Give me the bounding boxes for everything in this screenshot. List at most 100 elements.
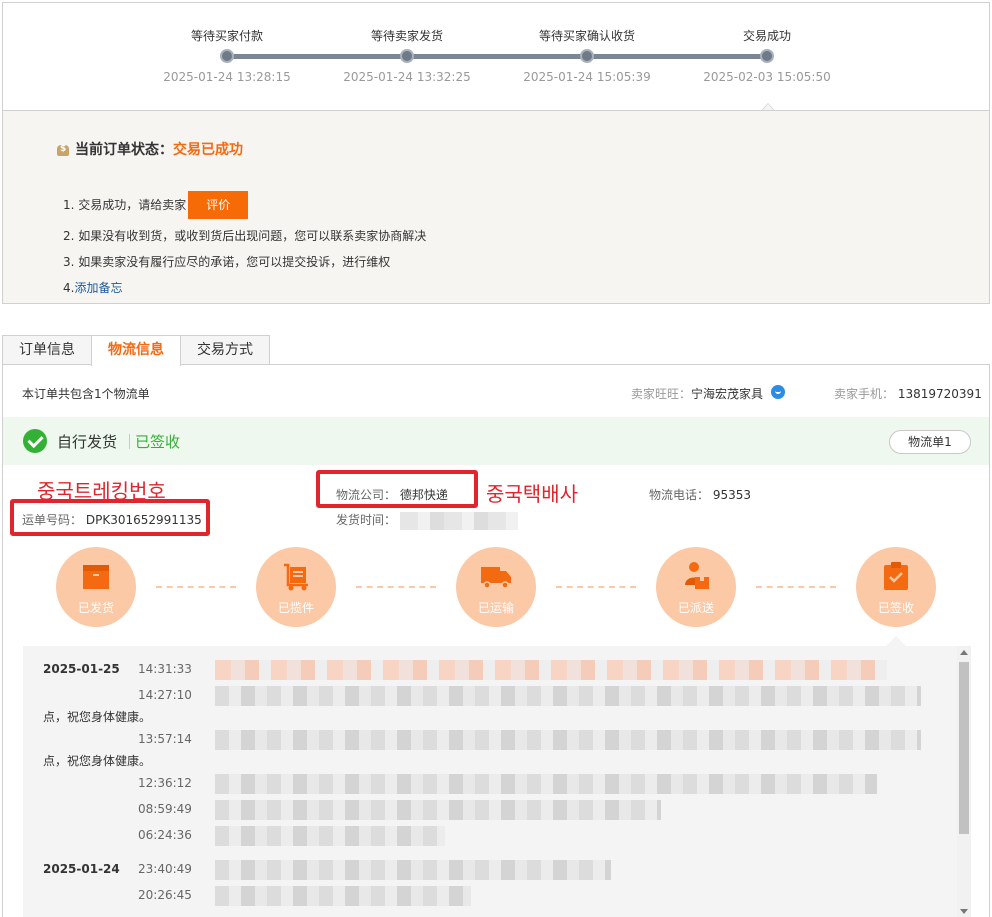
- tracking-time: 20:26:45: [138, 888, 192, 902]
- courier-icon: [685, 562, 709, 589]
- status-value: 交易已成功: [173, 142, 243, 158]
- seller-name: 宁海宏茂家具: [691, 387, 764, 401]
- shipment-status-bar: 自行发货 已签收 物流单1: [3, 417, 989, 465]
- company-label: 物流公司：: [336, 488, 397, 502]
- step-time: 2025-01-24 15:05:39: [523, 70, 651, 84]
- status-title: 当前订单状态： 交易已成功: [55, 139, 243, 159]
- node-caret: [886, 636, 906, 646]
- step-time: 2025-01-24 13:32:25: [343, 70, 471, 84]
- annotation-courier: 중국택배사: [486, 482, 578, 506]
- status-tips: 1. 交易成功，请给卖家 评价 2. 如果没有收到货，或收到货后出现问题，您可以…: [63, 187, 426, 301]
- node-label: 已运输: [477, 601, 514, 615]
- step-dot: [760, 49, 774, 63]
- tracking-scrollbar[interactable]: [957, 646, 971, 917]
- step-time: 2025-02-03 15:05:50: [703, 70, 831, 84]
- redacted-ship-time: [399, 511, 518, 530]
- redacted-tracking-text: [215, 660, 887, 680]
- step-label: 等待买家确认收货: [538, 29, 635, 43]
- seller-wangwang: 卖家旺旺： 宁海宏茂家具: [631, 384, 786, 402]
- scroll-down-arrow-icon[interactable]: [960, 909, 968, 914]
- node-label: 已发货: [77, 601, 114, 615]
- tab-order-info[interactable]: 订单信息: [2, 335, 92, 365]
- tip-1-text: 1. 交易成功，请给卖家: [63, 198, 187, 212]
- tracking-row: 13:57:14: [23, 728, 943, 752]
- order-status-panel: 当前订单状态： 交易已成功 1. 交易成功，请给卖家 评价 2. 如果没有收到货…: [2, 110, 990, 304]
- step-label: 等待卖家发货: [370, 29, 443, 43]
- redacted-tracking-text: [215, 686, 921, 706]
- waybill-number: 运单号码： DPK301652991135: [22, 511, 202, 528]
- tab-payment-method[interactable]: 交易方式: [180, 335, 270, 365]
- ship-time-label: 发货时间：: [336, 513, 397, 527]
- tracking-time: 14:27:10: [138, 688, 192, 702]
- step-label: 等待买家付款: [190, 29, 263, 43]
- seller-name-label: 卖家旺旺：: [631, 387, 692, 401]
- redacted-tracking-text: [215, 730, 921, 750]
- tracking-time: 13:57:14: [138, 732, 192, 746]
- tracking-row: 20:26:45: [23, 884, 943, 908]
- wangwang-chat-icon[interactable]: [771, 384, 786, 399]
- waybill-label: 运单号码：: [22, 513, 83, 527]
- order-progress: 等待买家付款 2025-01-24 13:28:15 等待卖家发货 2025-0…: [2, 2, 990, 113]
- logistics-panel: 本订单共包含1个物流单 卖家旺旺： 宁海宏茂家具 卖家手机： 138197203…: [2, 364, 990, 917]
- tracking-time: 12:36:12: [138, 776, 192, 790]
- company-value: 德邦快递: [399, 488, 448, 502]
- node-connector: [156, 586, 236, 588]
- waybill-tab[interactable]: 物流单1: [889, 430, 971, 454]
- courier-phone: 物流电话： 95353: [649, 486, 751, 503]
- waybill-value: DPK301652991135: [85, 513, 202, 527]
- status-label: 当前订单状态：: [75, 142, 173, 158]
- node-collected: 已揽件: [256, 547, 336, 627]
- step-label: 交易成功: [742, 29, 791, 43]
- step-dot: [400, 49, 414, 63]
- rate-seller-button[interactable]: 评价: [188, 191, 249, 219]
- ship-time: 发货时间：: [336, 511, 518, 530]
- scroll-up-arrow-icon[interactable]: [960, 650, 968, 655]
- ship-status: 已签收: [135, 433, 181, 451]
- tab-logistics-info[interactable]: 物流信息: [91, 335, 181, 366]
- tracking-time: 06:24:36: [138, 828, 192, 842]
- tracking-date: 2025-01-24: [43, 862, 120, 876]
- divider: [129, 434, 130, 449]
- add-memo-link[interactable]: 添加备忘: [74, 276, 122, 300]
- progress-line: [227, 54, 767, 59]
- tip-1: 1. 交易成功，请给卖家 评价: [63, 187, 426, 223]
- detail-tabs: 订单信息 物流信息 交易方式: [2, 335, 270, 366]
- courier-company: 物流公司： 德邦快递: [336, 486, 448, 503]
- step-time: 2025-01-24 13:28:15: [163, 70, 291, 84]
- node-dispatched: 已派送: [656, 547, 736, 627]
- seller-phone-label: 卖家手机：: [834, 387, 895, 401]
- tip-3: 3. 如果卖家没有履行应尽的承诺，您可以提交投诉，进行维权: [63, 255, 391, 269]
- redacted-tracking-text: [215, 860, 611, 880]
- tracking-wrap-text: 点，祝您身体健康。: [43, 710, 152, 724]
- scroll-thumb[interactable]: [959, 662, 969, 834]
- box-icon: [83, 565, 109, 589]
- step-dot: [220, 49, 234, 63]
- tracking-time: 08:59:49: [138, 802, 192, 816]
- tracking-row: 12:36:12: [23, 772, 943, 796]
- tracking-date: 2025-01-25: [43, 662, 120, 676]
- tip-2: 2. 如果没有收到货，或收到货后出现问题，您可以联系卖家协商解决: [63, 229, 427, 243]
- shipment-summary: 本订单共包含1个物流单: [22, 387, 150, 401]
- node-connector: [556, 586, 636, 588]
- tracking-row: 06:24:36: [23, 824, 943, 848]
- node-label: 已揽件: [277, 601, 314, 615]
- tracking-row: 08:59:49: [23, 798, 943, 822]
- tracking-time: 14:31:33: [138, 662, 192, 676]
- node-label: 已签收: [877, 601, 914, 615]
- cart-icon: [284, 563, 308, 591]
- node-connector: [356, 586, 436, 588]
- redacted-tracking-text: [215, 800, 661, 820]
- node-label: 已派送: [677, 601, 714, 615]
- node-in-transit: 已运输: [456, 547, 536, 627]
- courier-phone-label: 物流电话：: [649, 488, 710, 502]
- courier-phone-value: 95353: [712, 488, 752, 502]
- tracking-list: 2025-01-25 14:31:33 14:27:10 点，祝您身体健康。 1…: [23, 646, 971, 917]
- check-circle-icon: [23, 429, 47, 453]
- seller-phone-value: 13819720391: [897, 387, 982, 401]
- tracking-row: 2025-01-25 14:31:33: [23, 658, 943, 682]
- node-connector: [756, 586, 836, 588]
- tip-4: 4. 添加备忘: [63, 275, 426, 301]
- tracking-time: 23:40:49: [138, 862, 192, 876]
- clipboard-check-icon: [884, 562, 908, 590]
- seller-phone: 卖家手机： 13819720391: [834, 385, 982, 402]
